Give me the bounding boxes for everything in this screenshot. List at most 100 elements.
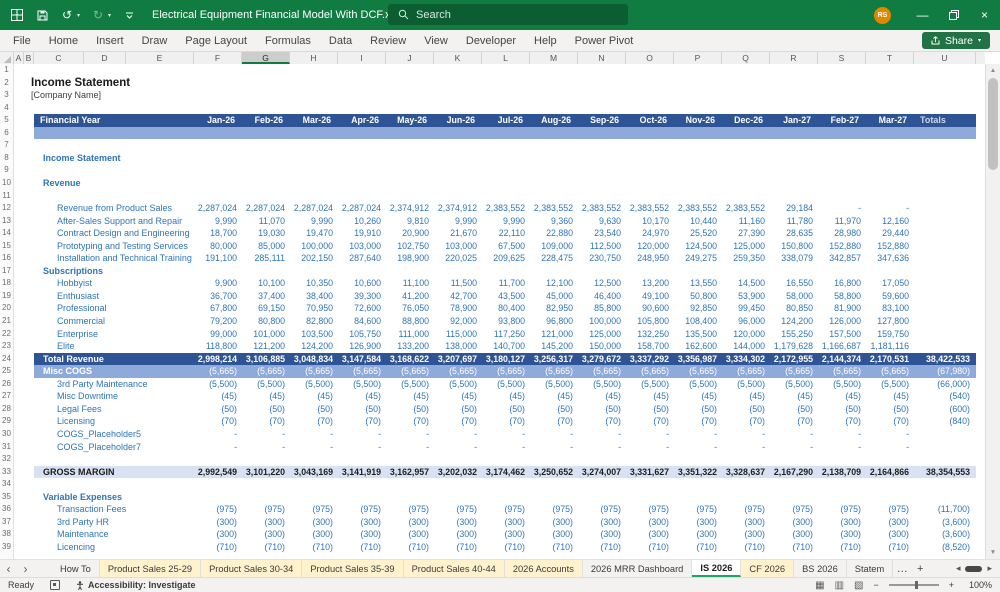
cell-value[interactable]: 67,800 [194, 302, 242, 315]
cell-value[interactable]: 140,700 [482, 340, 530, 353]
cell-value[interactable]: 81,900 [818, 302, 866, 315]
cell-value[interactable]: 3,274,007 [578, 466, 626, 479]
cell-value[interactable]: 347,636 [866, 252, 914, 265]
cell-value[interactable]: (50) [866, 403, 914, 416]
cell-total[interactable]: (840) [914, 415, 976, 428]
cell-value[interactable]: (5,665) [674, 365, 722, 378]
macro-record-button[interactable] [50, 580, 60, 590]
cell-value[interactable]: 2,383,552 [578, 202, 626, 215]
hscroll-thumb[interactable] [965, 566, 982, 572]
cell-value[interactable]: (5,665) [818, 365, 866, 378]
cell-value[interactable]: (50) [818, 403, 866, 416]
cell-value[interactable]: 121,000 [530, 328, 578, 341]
cell-value[interactable]: 9,900 [194, 277, 242, 290]
cell-value[interactable]: (5,500) [290, 378, 338, 391]
cell-label[interactable]: Variable Expenses [43, 491, 122, 504]
cell-value[interactable]: - [770, 428, 818, 441]
cell-value[interactable]: 2,992,549 [194, 466, 242, 479]
save-icon[interactable] [35, 8, 49, 22]
cell-value[interactable]: 342,857 [818, 252, 866, 265]
cell-value[interactable]: 100,000 [578, 315, 626, 328]
month-header[interactable]: May-26 [386, 114, 434, 127]
cell-label[interactable]: Total Revenue [43, 353, 104, 366]
cell-value[interactable]: 10,260 [338, 215, 386, 228]
vertical-scrollbar[interactable]: ▲ ▼ [985, 64, 1000, 559]
cell-value[interactable]: - [722, 428, 770, 441]
cell-value[interactable]: (710) [242, 541, 290, 554]
sheet-tab-product-sales-25-29[interactable]: Product Sales 25-29 [100, 560, 201, 577]
cell-value[interactable]: (710) [386, 541, 434, 554]
cell-value[interactable]: (300) [770, 528, 818, 541]
row-number-8[interactable]: 8 [0, 152, 13, 165]
cell-value[interactable]: (300) [818, 528, 866, 541]
column-header-t[interactable]: T [866, 52, 914, 64]
cell-label[interactable]: After-Sales Support and Repair [57, 215, 182, 228]
cell-value[interactable]: (975) [626, 503, 674, 516]
cell-value[interactable]: (70) [338, 415, 386, 428]
cell-value[interactable]: (5,665) [578, 365, 626, 378]
row-number-2[interactable]: 2 [0, 77, 13, 90]
cell-label[interactable]: Licencing [57, 541, 95, 554]
cell-total[interactable]: (3,600) [914, 528, 976, 541]
customize-qat-icon[interactable] [122, 8, 136, 22]
row-number-4[interactable]: 4 [0, 102, 13, 115]
cell-total[interactable]: (66,000) [914, 378, 976, 391]
cell-value[interactable]: 2,383,552 [482, 202, 530, 215]
cell-value[interactable]: (50) [290, 403, 338, 416]
sheet-tab-is-2026[interactable]: IS 2026 [692, 560, 741, 577]
cell-label[interactable]: 3rd Party HR [57, 516, 109, 529]
cell-label[interactable]: Enthusiast [57, 290, 99, 303]
cell-value[interactable]: 2,374,912 [386, 202, 434, 215]
cell-value[interactable]: 2,383,552 [530, 202, 578, 215]
cell-value[interactable]: (45) [386, 390, 434, 403]
column-header-n[interactable]: N [578, 52, 626, 64]
cell-value[interactable]: (5,665) [338, 365, 386, 378]
cell-value[interactable]: (70) [770, 415, 818, 428]
row-number-13[interactable]: 13 [0, 215, 13, 228]
cell-value[interactable]: 209,625 [482, 252, 530, 265]
cell-value[interactable]: 29,440 [866, 227, 914, 240]
cell-total[interactable]: (67,980) [914, 365, 976, 378]
cell-value[interactable]: 3,180,127 [482, 353, 530, 366]
scroll-thumb[interactable] [988, 78, 998, 170]
cell-value[interactable]: 3,250,652 [530, 466, 578, 479]
cell-value[interactable]: (300) [626, 516, 674, 529]
cell-value[interactable]: 101,000 [242, 328, 290, 341]
cell-value[interactable]: 2,138,709 [818, 466, 866, 479]
cell-value[interactable]: 80,850 [770, 302, 818, 315]
cell-value[interactable]: 92,850 [674, 302, 722, 315]
cell-label[interactable]: Subscriptions [43, 265, 103, 278]
cell-value[interactable]: 138,000 [434, 340, 482, 353]
cell-value[interactable]: 11,970 [818, 215, 866, 228]
hscroll-right-icon[interactable]: ▸ [987, 563, 992, 574]
cell-value[interactable]: (300) [722, 516, 770, 529]
cell-value[interactable]: 37,400 [242, 290, 290, 303]
cell-value[interactable]: (5,500) [866, 378, 914, 391]
cell-value[interactable]: - [242, 441, 290, 454]
cell-value[interactable]: 3,337,292 [626, 353, 674, 366]
cell-label[interactable]: Professional [57, 302, 107, 315]
cell-value[interactable]: 125,000 [578, 328, 626, 341]
cell-value[interactable]: - [482, 428, 530, 441]
minimize-button[interactable]: — [907, 0, 938, 30]
cell-value[interactable]: (45) [626, 390, 674, 403]
row-number-35[interactable]: 35 [0, 491, 13, 504]
cell-value[interactable]: 3,331,627 [626, 466, 674, 479]
row-number-21[interactable]: 21 [0, 315, 13, 328]
cell-value[interactable]: 103,000 [434, 240, 482, 253]
cell-value[interactable]: 9,990 [482, 215, 530, 228]
undo-icon[interactable]: ↺ [60, 8, 74, 22]
cell-value[interactable]: 45,000 [530, 290, 578, 303]
cell-value[interactable]: 2,144,374 [818, 353, 866, 366]
row-number-10[interactable]: 10 [0, 177, 13, 190]
cell-label[interactable]: Elite [57, 340, 75, 353]
cell-value[interactable]: (975) [530, 503, 578, 516]
cell-value[interactable]: (5,500) [194, 378, 242, 391]
cell-value[interactable]: 10,350 [290, 277, 338, 290]
cell-value[interactable]: (50) [386, 403, 434, 416]
cell-value[interactable]: (45) [770, 390, 818, 403]
cell-value[interactable]: - [866, 441, 914, 454]
cell-value[interactable]: (300) [338, 528, 386, 541]
cell-value[interactable]: 126,000 [818, 315, 866, 328]
cell-value[interactable]: (5,500) [626, 378, 674, 391]
